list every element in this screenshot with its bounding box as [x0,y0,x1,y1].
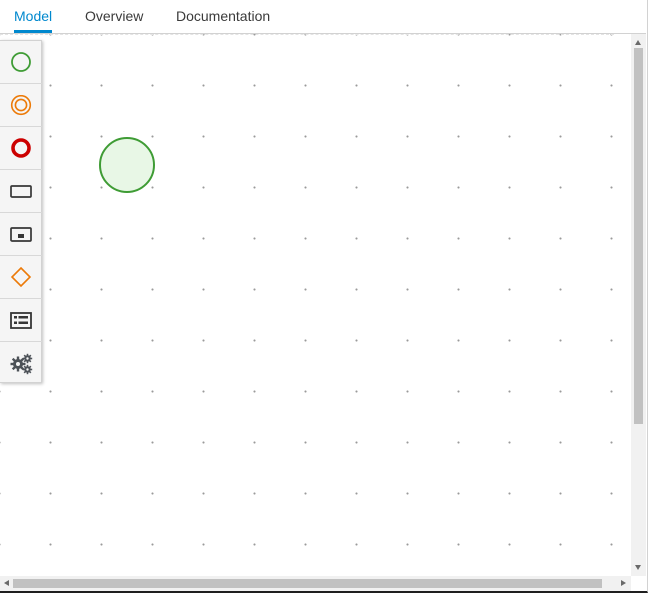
gear-icon [10,353,33,375]
gateway-icon [10,267,32,288]
canvas-top-border [0,34,614,39]
palette-start-events[interactable] [0,41,42,84]
palette-lanes[interactable] [0,299,42,342]
palette-tasks[interactable] [0,170,42,213]
vertical-scrollbar[interactable] [631,34,646,576]
palette-end-events[interactable] [0,127,42,170]
vertical-scroll-thumb[interactable] [634,48,643,424]
palette-custom-tasks[interactable] [0,342,42,385]
process-designer: Model Overview Documentation [0,0,648,593]
horizontal-scroll-thumb[interactable] [13,579,602,588]
palette-toolbox [0,40,42,383]
lane-icon [10,312,32,329]
tab-model[interactable]: Model [14,0,53,33]
palette-gateways[interactable] [0,256,42,299]
tab-documentation[interactable]: Documentation [176,0,270,33]
scrollbar-corner [631,576,646,591]
task-icon [10,185,32,198]
palette-subprocesses[interactable] [0,213,42,256]
scroll-down-icon[interactable] [635,565,641,570]
subprocess-icon [10,227,32,242]
scroll-up-icon[interactable] [635,40,641,45]
scroll-left-icon[interactable] [4,580,9,586]
intermediate-event-icon [10,95,32,116]
end-event-icon [11,138,31,158]
diagram-canvas[interactable] [0,34,614,576]
scroll-right-icon[interactable] [621,580,626,586]
start-event-node[interactable] [99,137,155,193]
palette-intermediate-events[interactable] [0,84,42,127]
tab-overview[interactable]: Overview [85,0,143,33]
start-event-icon [11,52,31,72]
tab-bar: Model Overview Documentation [0,0,646,34]
horizontal-scrollbar[interactable] [0,576,631,591]
